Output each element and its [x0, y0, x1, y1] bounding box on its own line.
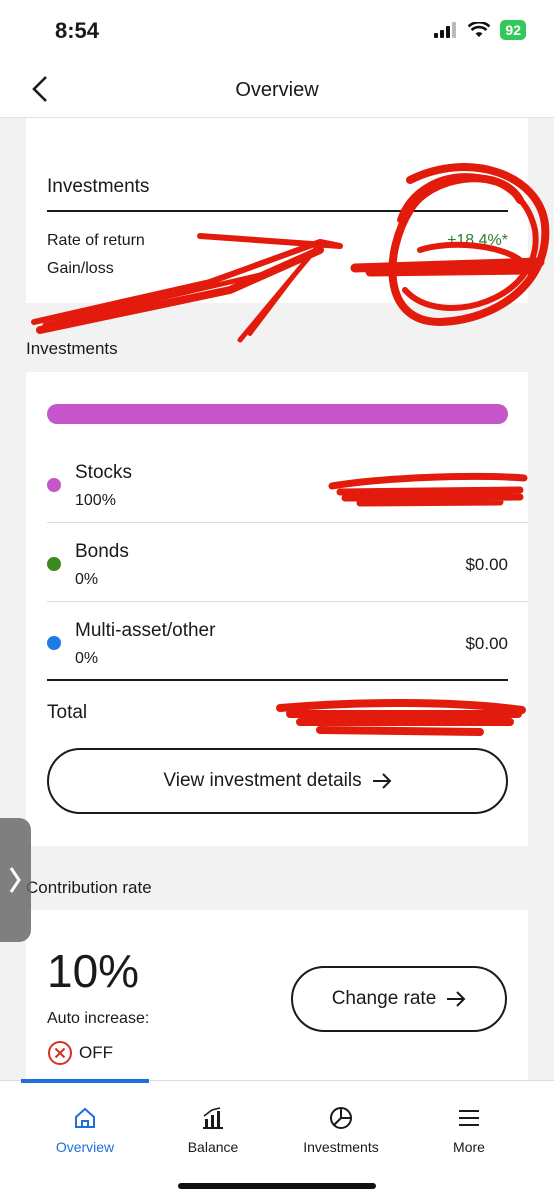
signal-icon: [434, 22, 457, 38]
total-divider: [47, 679, 508, 681]
chevron-right-icon: [9, 867, 21, 893]
view-investment-details-button[interactable]: View investment details: [47, 748, 508, 814]
gain-loss-label: Gain/loss: [47, 260, 114, 277]
contribution-rate-value: 10%: [47, 945, 140, 997]
page-title: Overview: [235, 79, 319, 101]
asset-amount: $0.00: [465, 634, 508, 653]
contribution-section-label: Contribution rate: [26, 878, 152, 897]
tab-label: Investments: [303, 1139, 379, 1155]
auto-increase-value: OFF: [79, 1043, 113, 1062]
asset-row-bonds[interactable]: Bonds 0% $0.00: [47, 523, 508, 602]
asset-percent: 0%: [75, 571, 99, 588]
home-icon: [75, 1107, 95, 1128]
close-circle-icon: [48, 1041, 72, 1065]
status-icons: 92: [434, 20, 526, 40]
investments-summary-card: Investments Rate of return +18.4%* Gain/…: [26, 118, 528, 303]
asset-percent: 100%: [75, 492, 116, 509]
change-rate-label: Change rate: [331, 988, 437, 1009]
asset-percent: 0%: [75, 650, 99, 667]
asset-row-stocks[interactable]: Stocks 100%: [47, 444, 508, 523]
investments-allocation-card: Stocks 100% Bonds 0% $0.00 Multi-asset/o…: [26, 372, 528, 846]
contribution-rate-card: 10% Auto increase: OFF Change rate: [26, 910, 528, 1080]
multi-asset-dot: [47, 636, 61, 650]
asset-name: Bonds: [75, 541, 129, 562]
home-indicator: [178, 1183, 376, 1189]
tab-overview[interactable]: Overview: [20, 1105, 150, 1155]
change-rate-button[interactable]: Change rate: [291, 966, 507, 1032]
bar-chart-icon: [203, 1107, 223, 1129]
rate-of-return-label: Rate of return: [47, 232, 145, 249]
menu-icon: [459, 1110, 479, 1126]
tab-label: More: [453, 1139, 485, 1155]
side-drawer-handle[interactable]: [0, 818, 31, 942]
bottom-tab-bar: Overview Balance Investments More: [0, 1079, 554, 1199]
nav-header: Overview: [0, 60, 554, 118]
auto-increase-status: OFF: [47, 1040, 113, 1066]
allocation-bar: [47, 404, 508, 424]
tab-more[interactable]: More: [404, 1105, 534, 1155]
details-button-label: View investment details: [163, 770, 362, 791]
bonds-dot: [47, 557, 61, 571]
arrow-right-icon: [447, 991, 466, 1007]
asset-row-multi-asset[interactable]: Multi-asset/other 0% $0.00: [47, 602, 508, 681]
wifi-icon: [468, 22, 491, 37]
status-bar: 8:54 92: [0, 0, 554, 60]
battery-indicator: 92: [500, 20, 526, 40]
tab-balance[interactable]: Balance: [148, 1105, 278, 1155]
auto-increase-label: Auto increase:: [47, 1010, 150, 1027]
tab-label: Overview: [55, 1139, 115, 1155]
summary-heading: Investments: [47, 176, 150, 197]
stocks-dot: [47, 478, 61, 492]
tab-investments[interactable]: Investments: [276, 1105, 406, 1155]
status-time: 8:54: [55, 18, 100, 43]
rate-of-return-value: +18.4%*: [447, 232, 508, 249]
investments-section-label: Investments: [26, 339, 118, 358]
arrow-right-icon: [372, 773, 392, 789]
pie-chart-icon: [330, 1107, 352, 1129]
asset-name: Stocks: [75, 462, 133, 483]
total-label: Total: [47, 702, 88, 723]
active-tab-indicator: [21, 1079, 149, 1083]
asset-amount: $0.00: [465, 555, 508, 574]
summary-divider: [47, 210, 508, 212]
asset-name: Multi-asset/other: [75, 620, 216, 641]
tab-label: Balance: [187, 1139, 239, 1155]
